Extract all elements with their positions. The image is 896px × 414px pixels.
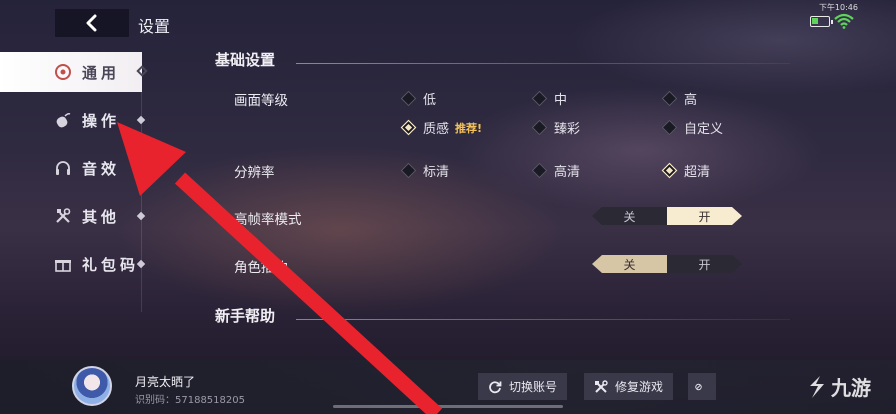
watermark-logo: 九游: [806, 372, 871, 401]
active-indicator-icon: [136, 65, 148, 77]
section-divider: [296, 319, 790, 320]
jiuyou-logo-icon: [810, 375, 824, 398]
page-title: 设置: [138, 17, 171, 36]
repair-game-button[interactable]: 修复游戏: [584, 373, 674, 400]
sidebar-item-audio[interactable]: 音效: [0, 148, 146, 188]
radio-diamond-icon: [531, 90, 548, 107]
refresh-icon: [489, 380, 502, 393]
tools-icon: [56, 208, 71, 223]
quality-option-high[interactable]: 高: [661, 89, 697, 108]
watermark-text: 九游: [831, 376, 871, 400]
scrollbar[interactable]: [333, 405, 563, 408]
sidebar: 通用 操作 音效 其他 礼包码: [0, 52, 150, 292]
sidebar-item-label: 音效: [82, 159, 121, 178]
resolution-label: 分辨率: [234, 165, 275, 181]
user-id: 识别码：57188518205: [135, 395, 245, 406]
quality-option-premium[interactable]: 臻彩: [531, 118, 580, 137]
quality-option-custom[interactable]: 自定义: [661, 118, 723, 137]
sidebar-item-label: 操作: [82, 111, 121, 130]
quality-option-texture[interactable]: 质感 推荐!: [400, 118, 483, 137]
radio-diamond-icon: [661, 90, 678, 107]
sidebar-item-controls[interactable]: 操作: [0, 100, 146, 140]
radio-diamond-icon: [400, 162, 417, 179]
outline-label: 角色描边: [234, 260, 288, 276]
gift-icon: [55, 260, 71, 272]
tools-icon: [595, 379, 608, 393]
high-fps-toggle[interactable]: 关 开: [592, 207, 742, 225]
resolution-option-standard[interactable]: 标清: [400, 161, 449, 180]
sidebar-item-other[interactable]: 其他: [0, 196, 146, 236]
headset-icon: [695, 383, 702, 390]
back-button[interactable]: [55, 9, 129, 37]
radio-diamond-selected-icon: [400, 119, 417, 136]
radio-diamond-icon: [400, 90, 417, 107]
high-fps-on[interactable]: 开: [667, 207, 742, 225]
high-fps-label: 高帧率模式: [234, 212, 302, 228]
switch-account-button[interactable]: 切换账号: [478, 373, 568, 400]
resolution-option-high[interactable]: 高清: [531, 161, 580, 180]
status-bar: 下午10:46: [800, 2, 860, 32]
item-dot-icon: [136, 115, 146, 125]
resolution-option-ultra[interactable]: 超清: [661, 161, 710, 180]
customer-service-button[interactable]: [688, 373, 716, 400]
outline-toggle[interactable]: 关 开: [592, 255, 742, 273]
item-dot-icon: [136, 163, 146, 173]
switch-account-label: 切换账号: [509, 380, 558, 394]
repair-game-label: 修复游戏: [615, 380, 664, 394]
sidebar-item-label: 其他: [82, 207, 121, 226]
username: 月亮太晒了: [135, 375, 196, 389]
radio-diamond-icon: [531, 162, 548, 179]
section-title-basic: 基础设置: [215, 51, 276, 69]
high-fps-off[interactable]: 关: [592, 207, 667, 225]
section-title-help: 新手帮助: [215, 307, 276, 325]
section-divider: [296, 63, 790, 64]
sidebar-item-gift-code[interactable]: 礼包码: [0, 244, 146, 284]
radio-diamond-icon: [661, 119, 678, 136]
avatar[interactable]: [72, 366, 112, 406]
sidebar-item-label: 礼包码: [82, 255, 140, 274]
headphones-icon: [56, 161, 70, 175]
clock: 下午10:46: [818, 3, 858, 12]
controller-icon: [56, 113, 71, 128]
wifi-icon: [834, 13, 854, 29]
quality-label: 画面等级: [234, 93, 288, 109]
quality-option-low[interactable]: 低: [400, 89, 436, 108]
recommend-tag: 推荐!: [455, 121, 483, 135]
quality-option-medium[interactable]: 中: [531, 89, 567, 108]
radio-diamond-selected-icon: [661, 162, 678, 179]
radio-diamond-icon: [531, 119, 548, 136]
general-icon: [55, 64, 71, 80]
battery-icon: [810, 16, 833, 27]
chevron-left-icon: [86, 14, 97, 32]
top-bar: 设置 下午10:46: [0, 0, 896, 44]
sidebar-item-label: 通用: [82, 63, 121, 82]
outline-on[interactable]: 开: [667, 255, 742, 273]
item-dot-icon: [136, 211, 146, 221]
outline-off[interactable]: 关: [592, 255, 667, 273]
sidebar-item-general[interactable]: 通用: [0, 52, 148, 92]
